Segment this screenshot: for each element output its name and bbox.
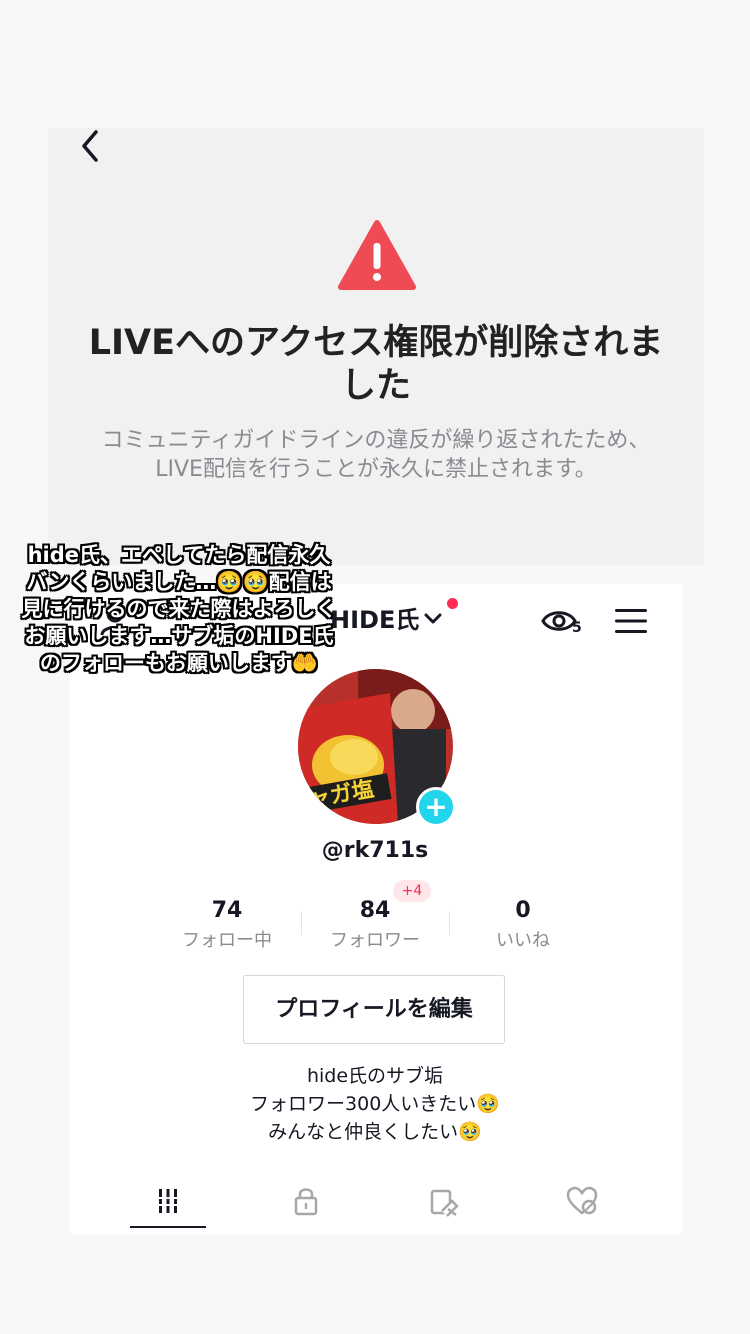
tab-tagged[interactable]	[394, 1175, 494, 1227]
viewer-count: 5	[572, 620, 582, 636]
lock-icon	[294, 1188, 318, 1216]
bio: hide氏のサブ垢 フォロワー300人いきたい🥹 みんなと仲良くしたい🥹	[150, 1062, 600, 1146]
stat-followers[interactable]: 84 フォロワー	[305, 896, 445, 956]
back-arrow-icon[interactable]	[76, 126, 106, 166]
warning-icon	[338, 220, 416, 290]
username[interactable]: HIDE氏	[330, 603, 419, 637]
add-avatar-button[interactable]: +	[416, 787, 456, 827]
new-followers-badge: +4	[393, 880, 431, 902]
stat-divider	[301, 911, 302, 935]
notification-dot	[447, 598, 458, 609]
liked-icon	[566, 1186, 598, 1215]
bio-line: hide氏のサブ垢	[306, 1065, 444, 1087]
notice-title: LIVEへのアクセス権限が削除されました	[88, 323, 664, 406]
active-tab-indicator	[130, 1226, 206, 1228]
chevron-down-icon[interactable]	[424, 612, 442, 626]
following-count: 74	[211, 898, 243, 923]
bio-line: みんなと仲良くしたい🥹	[268, 1121, 482, 1143]
likes-count: 0	[515, 898, 531, 923]
tab-liked[interactable]	[532, 1175, 632, 1227]
stat-divider	[449, 911, 450, 935]
menu-icon[interactable]	[614, 608, 648, 634]
edit-profile-button[interactable]: プロフィールを編集	[243, 975, 505, 1044]
stat-following[interactable]: 74 フォロー中	[157, 896, 297, 956]
stat-likes[interactable]: 0 いいね	[453, 896, 593, 956]
bio-line: フォロワー300人いきたい🥹	[250, 1093, 500, 1115]
notice-body: コミュニティガイドラインの違反が繰り返されたため、LIVE配信を行うことが永久に…	[101, 428, 651, 482]
grid-icon	[157, 1189, 179, 1213]
tab-videos[interactable]	[118, 1175, 218, 1227]
likes-label: いいね	[496, 930, 550, 951]
content-tabs	[70, 1175, 682, 1231]
following-label: フォロー中	[182, 930, 272, 951]
video-caption-overlay: hide氏、エペしてたら配信永久バンくらいました…🥹🥹配信は見に行けるので来た際…	[21, 543, 337, 675]
tab-private[interactable]	[256, 1175, 356, 1227]
followers-label: フォロワー	[330, 930, 420, 951]
user-handle: @rk711s	[321, 838, 429, 863]
tagged-icon	[430, 1189, 459, 1217]
